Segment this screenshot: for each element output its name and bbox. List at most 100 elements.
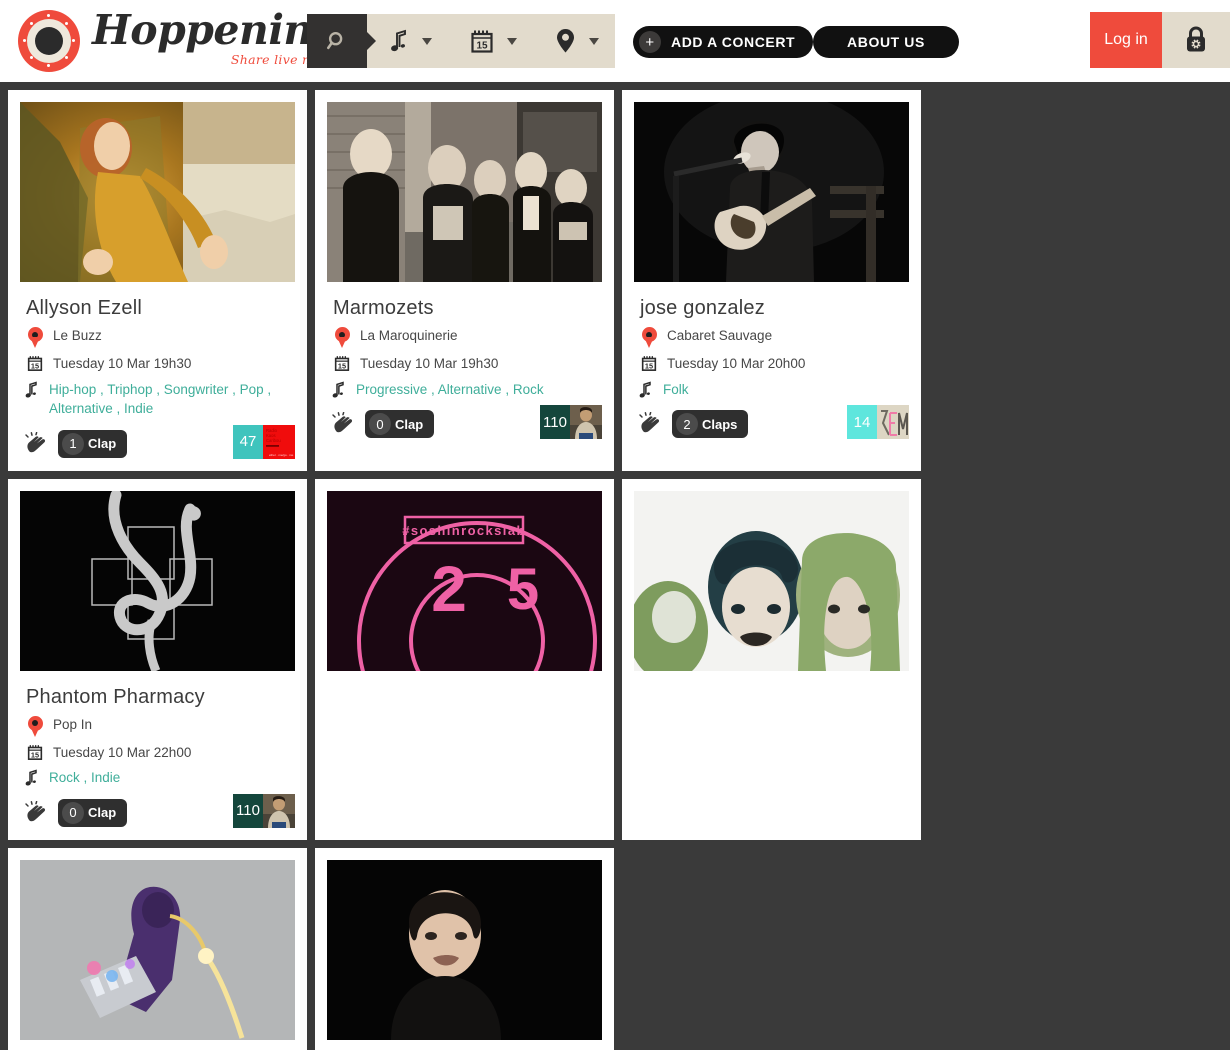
about-us-button[interactable]: ABOUT US — [813, 26, 959, 58]
music-note-icon — [22, 768, 40, 787]
date-row: 15 Tuesday 10 Mar 22h00 — [26, 743, 295, 763]
padlock-icon — [1187, 26, 1205, 52]
clap-label: Claps — [702, 416, 738, 432]
venue-name[interactable]: Pop In — [53, 715, 92, 735]
genre-list[interactable]: Hip-hop , Triphop , Songwriter , Pop , A… — [49, 380, 291, 419]
concert-image[interactable] — [20, 102, 295, 282]
venue-row: Cabaret Sauvage — [640, 326, 909, 348]
concert-card[interactable] — [622, 478, 921, 840]
music-note-icon — [391, 29, 406, 52]
attendee-badge[interactable]: 14 — [847, 405, 909, 440]
vinyl-record-icon — [18, 10, 80, 72]
lock-button[interactable] — [1162, 12, 1230, 68]
concert-date: Tuesday 10 Mar 22h00 — [53, 744, 192, 760]
clapping-hands-icon — [24, 800, 50, 825]
clap-button[interactable]: 0 Clap — [58, 798, 128, 827]
attendee-badge[interactable]: 110 — [540, 405, 602, 440]
concert-card[interactable] — [315, 847, 614, 1050]
clap-count: 1 — [62, 432, 84, 455]
svg-text:15: 15 — [31, 750, 39, 759]
calendar-icon: 15 — [471, 30, 493, 53]
card-footer: 0 Clap 110 — [24, 793, 295, 830]
calendar-icon: 15 — [333, 354, 351, 372]
genre-filter[interactable] — [367, 14, 448, 68]
genre-row: Progressive , Alternative , Rock — [329, 380, 602, 400]
plus-icon: + — [639, 31, 661, 53]
add-concert-label: ADD A CONCERT — [671, 34, 796, 50]
venue-row: La Maroquinerie — [333, 326, 602, 348]
concert-title: Allyson Ezell — [26, 297, 142, 319]
genre-list[interactable]: Progressive , Alternative , Rock — [356, 380, 544, 400]
logo-tagline: Share live music — [230, 51, 341, 67]
clap-count: 0 — [369, 413, 391, 436]
venue-name[interactable]: Le Buzz — [53, 326, 102, 346]
chevron-down-icon — [422, 37, 432, 45]
svg-text:5: 5 — [507, 557, 539, 622]
clap-button[interactable]: 1 Clap — [58, 429, 128, 458]
map-pin-icon — [26, 326, 44, 348]
concert-card[interactable] — [8, 847, 307, 1050]
card-footer: 0 Clap 110 — [331, 405, 602, 441]
avatar — [877, 405, 909, 440]
concert-image[interactable] — [327, 102, 602, 282]
map-pin-icon — [333, 326, 351, 348]
concert-title: Phantom Pharmacy — [26, 685, 205, 708]
clap-button[interactable]: 0 Clap — [365, 410, 435, 439]
concert-image[interactable]: #soshinrockslab 2 5 — [327, 490, 602, 671]
concert-card[interactable]: #soshinrockslab 2 5 — [315, 478, 614, 840]
concert-image[interactable] — [327, 859, 602, 1040]
attendee-count: 110 — [233, 793, 263, 828]
add-concert-button[interactable]: + ADD A CONCERT — [633, 26, 814, 58]
avatar: Radio Kaos Caribou ether . me/go . me — [263, 424, 295, 459]
genre-row: Folk — [636, 380, 909, 400]
login-button[interactable]: Log in — [1090, 12, 1162, 68]
search-icon — [327, 32, 343, 50]
avatar — [263, 793, 295, 828]
map-pin-icon — [640, 326, 658, 348]
genre-row: Rock , Indie — [22, 768, 295, 788]
genre-row: Hip-hop , Triphop , Songwriter , Pop , A… — [22, 380, 295, 419]
concert-title: Marmozets — [333, 297, 434, 319]
clap-label: Clap — [88, 436, 117, 452]
card-footer: 1 Clap 47 Radio Kaos Caribou ether . me/… — [24, 424, 295, 461]
clap-label: Clap — [395, 416, 424, 432]
concert-image[interactable] — [20, 859, 295, 1040]
clapping-hands-icon — [331, 412, 357, 436]
clap-button[interactable]: 2 Claps — [672, 410, 749, 439]
genre-list[interactable]: Rock , Indie — [49, 768, 120, 788]
attendee-count: 14 — [847, 405, 877, 440]
venue-name[interactable]: La Maroquinerie — [360, 326, 458, 346]
concert-card[interactable]: Marmozets La Maroquinerie 15 Tuesday 10 — [315, 90, 614, 471]
attendee-count: 110 — [540, 405, 570, 440]
search-button[interactable] — [307, 14, 367, 68]
attendee-badge[interactable]: 47 Radio Kaos Caribou ether . me/go . me — [233, 424, 295, 459]
genre-list[interactable]: Folk — [663, 380, 689, 400]
music-note-icon — [636, 380, 654, 399]
concert-date: Tuesday 10 Mar 19h30 — [53, 356, 192, 371]
concert-image[interactable] — [20, 490, 295, 671]
calendar-icon: 15 — [640, 354, 658, 372]
chevron-down-icon — [507, 37, 517, 45]
login-label: Log in — [1104, 31, 1148, 48]
date-filter[interactable]: 15 — [448, 14, 533, 68]
date-row: 15 Tuesday 10 Mar 20h00 — [640, 354, 909, 374]
attendee-badge[interactable]: 110 — [233, 793, 295, 828]
map-pin-icon — [557, 29, 574, 53]
location-filter[interactable] — [533, 14, 615, 68]
logo[interactable]: Hoppening Share live music — [18, 0, 341, 82]
clap-count: 2 — [676, 413, 698, 436]
concert-card[interactable]: Allyson Ezell Le Buzz 15 Tuesday 10 Mar — [8, 90, 307, 471]
search-bar: 15 — [307, 14, 615, 68]
concert-card[interactable]: jose gonzalez Cabaret Sauvage 15 Tuesday — [622, 90, 921, 471]
concert-card[interactable]: Phantom Pharmacy Pop In 15 Tuesday 10 Ma — [8, 478, 307, 840]
svg-text:15: 15 — [31, 362, 39, 371]
date-row: 15 Tuesday 10 Mar 19h30 — [333, 354, 602, 374]
attendee-count: 47 — [233, 424, 263, 459]
concert-date: Tuesday 10 Mar 19h30 — [360, 356, 499, 371]
card-footer: 2 Claps 14 — [638, 405, 909, 441]
logo-wordmark: Hoppening — [92, 5, 341, 54]
concert-image[interactable] — [634, 490, 909, 671]
concert-image[interactable] — [634, 102, 909, 282]
calendar-icon: 15 — [26, 354, 44, 372]
venue-name[interactable]: Cabaret Sauvage — [667, 326, 772, 346]
